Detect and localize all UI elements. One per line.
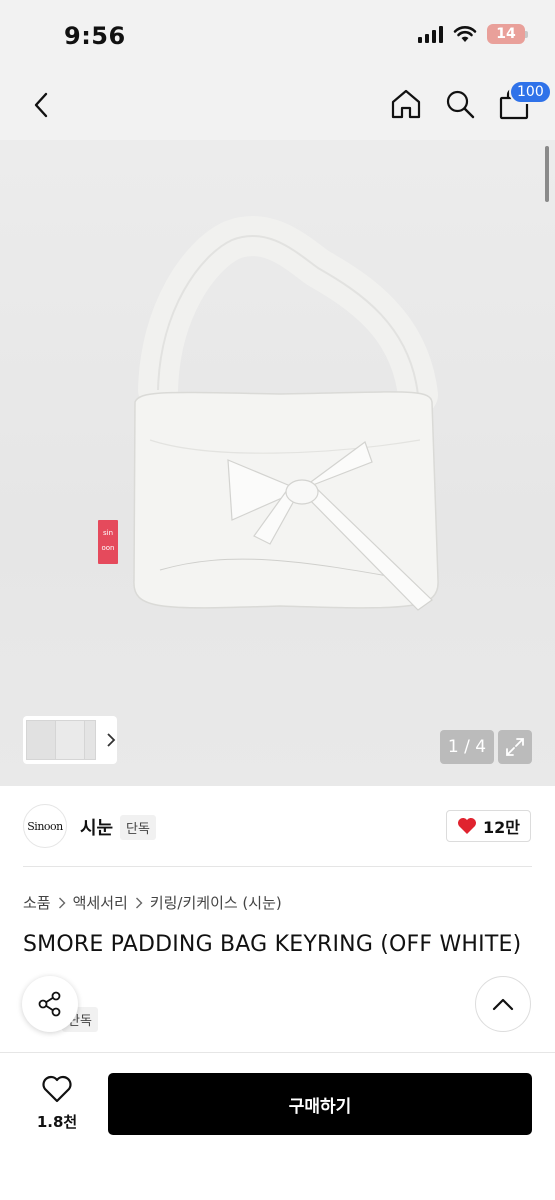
brand-like-button[interactable]: 12만: [446, 810, 531, 842]
scroll-to-top-button[interactable]: [475, 976, 531, 1032]
home-button[interactable]: [389, 84, 423, 124]
scroll-indicator: [545, 146, 549, 202]
cart-count-badge: 100: [509, 80, 552, 104]
heart-outline-icon: [42, 1075, 72, 1103]
product-image-gallery[interactable]: sin oon 1 / 4: [0, 140, 555, 786]
battery-level: 14: [496, 26, 516, 42]
back-button[interactable]: [26, 88, 56, 122]
chevron-up-icon: [492, 998, 514, 1011]
wishlist-count: 1.8천: [36, 1113, 78, 1131]
brand-tag-text: sin: [103, 529, 113, 537]
breadcrumb-item[interactable]: 액세서리: [73, 892, 128, 913]
breadcrumb-item[interactable]: 소품: [23, 892, 51, 913]
search-button[interactable]: [443, 84, 477, 124]
chevron-left-icon: [34, 92, 48, 118]
brand-tag-text-2: oon: [101, 544, 114, 552]
breadcrumb: 소품 액세서리 키링/키케이스 (시눈): [23, 892, 282, 913]
product-image: sin oon: [98, 216, 439, 611]
home-icon: [391, 89, 421, 119]
status-icons: 14: [418, 24, 528, 44]
chevron-right-icon: [57, 897, 67, 909]
brand-row: Sinoon 시눈 단독 12만: [0, 786, 555, 866]
divider: [23, 866, 532, 867]
chevron-right-icon[interactable]: [104, 731, 117, 749]
expand-icon: [506, 738, 524, 756]
expand-image-button[interactable]: [498, 730, 532, 764]
search-icon: [446, 90, 475, 119]
thumbnail-3[interactable]: [83, 720, 97, 760]
brand-name[interactable]: 시눈: [80, 814, 113, 840]
nav-bar: 100: [0, 70, 555, 140]
product-title: SMORE PADDING BAG KEYRING (OFF WHITE): [23, 932, 522, 957]
buy-button[interactable]: 구매하기: [108, 1073, 532, 1135]
thumbnail-strip[interactable]: [23, 716, 117, 764]
bottom-action-bar: 1.8천 구매하기: [0, 1052, 555, 1200]
cellular-signal-icon: [418, 25, 443, 43]
share-button[interactable]: [22, 976, 78, 1032]
heart-filled-icon: [458, 818, 476, 834]
status-bar: 9:56 14: [0, 0, 555, 70]
cart-button[interactable]: 100: [497, 80, 552, 124]
wishlist-button[interactable]: 1.8천: [28, 1075, 86, 1132]
exclusive-badge: 단독: [120, 815, 156, 840]
brand-logo[interactable]: Sinoon: [23, 804, 67, 848]
chevron-right-icon: [134, 897, 144, 909]
nav-actions: 100: [389, 80, 552, 124]
brand-like-count: 12만: [483, 818, 520, 837]
share-icon: [38, 991, 61, 1017]
battery-icon: 14: [487, 24, 528, 44]
status-time: 9:56: [64, 22, 126, 50]
breadcrumb-item[interactable]: 키링/키케이스 (시눈): [150, 892, 282, 913]
image-page-counter: 1 / 4: [440, 730, 494, 764]
wifi-icon: [453, 26, 477, 42]
